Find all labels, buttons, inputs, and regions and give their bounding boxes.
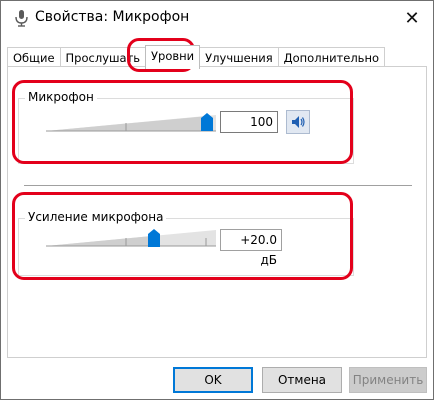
group-separator: [24, 185, 412, 186]
tab-general[interactable]: Общие: [7, 47, 61, 68]
apply-button[interactable]: Применить: [349, 367, 427, 393]
ok-button[interactable]: OK: [173, 367, 253, 393]
title-bar: Свойства: Микрофон ✕: [1, 1, 433, 37]
tab-enhancements[interactable]: Улучшения: [199, 47, 279, 68]
microphone-icon: [15, 10, 28, 27]
window-title: Свойства: Микрофон: [35, 9, 190, 25]
close-button[interactable]: ✕: [391, 1, 433, 35]
tab-advanced[interactable]: Дополнительно: [277, 47, 386, 68]
cancel-button[interactable]: Отмена: [262, 367, 342, 393]
properties-window: Свойства: Микрофон ✕ Общие Прослушать Ур…: [0, 0, 434, 400]
annotation-microphone-highlight: [12, 80, 353, 164]
tab-strip: Общие Прослушать Уровни Улучшения Дополн…: [7, 45, 386, 69]
close-icon: ✕: [404, 7, 420, 29]
tab-levels[interactable]: Уровни: [145, 45, 201, 69]
annotation-boost-highlight: [12, 192, 353, 280]
